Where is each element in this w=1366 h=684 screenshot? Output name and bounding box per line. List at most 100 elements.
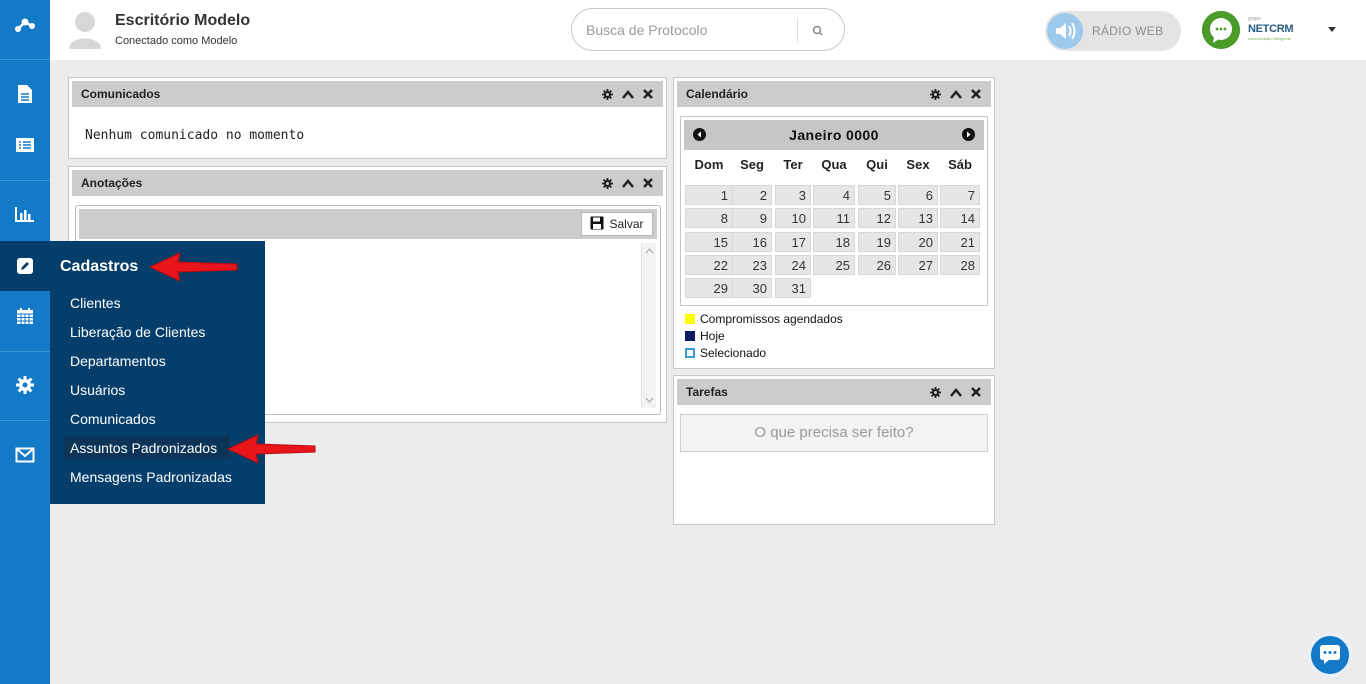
calendar-day[interactable]: 1 — [685, 185, 733, 205]
calendar-day[interactable]: 31 — [775, 278, 811, 299]
calendar-day[interactable]: 21 — [940, 231, 980, 252]
red-arrow-annotation — [226, 434, 316, 464]
legend-swatch-navy — [685, 331, 695, 341]
menu-item-usuarios[interactable]: Usuários — [70, 382, 125, 398]
list-icon[interactable] — [0, 125, 50, 165]
save-button[interactable]: Salvar — [581, 212, 653, 236]
calendar-day[interactable]: 29 — [685, 278, 733, 299]
gear-icon[interactable] — [929, 384, 942, 400]
menu-item-assuntos-padronizados[interactable]: Assuntos Padronizados — [70, 440, 217, 456]
edit-icon[interactable] — [0, 241, 50, 291]
calendar-day[interactable]: 20 — [898, 231, 938, 252]
calendar-day[interactable]: 23 — [732, 254, 772, 275]
document-icon[interactable] — [0, 74, 50, 114]
menu-item-clientes[interactable]: Clientes — [70, 295, 121, 311]
calendar-day[interactable]: 17 — [775, 231, 811, 252]
weekday-label: Qua — [821, 157, 847, 172]
calendar-icon[interactable] — [0, 296, 50, 336]
brand-name: NETCRM — [1248, 23, 1294, 35]
menu-item-departamentos[interactable]: Departamentos — [70, 353, 166, 369]
notes-scrollbar[interactable] — [641, 243, 656, 408]
calendar-day[interactable]: 26 — [858, 254, 896, 275]
connected-as-label: Conectado como Modelo — [115, 35, 238, 47]
tarefas-panel: Tarefas O que precisa ser feito? — [673, 375, 995, 525]
close-icon[interactable] — [641, 86, 654, 102]
calendar-day[interactable]: 2 — [732, 185, 772, 205]
calendar-day[interactable]: 16 — [732, 231, 772, 252]
menu-item-liberacao-clientes[interactable]: Liberação de Clientes — [70, 324, 205, 340]
left-sidebar — [0, 0, 50, 684]
weekday-label: Dom — [694, 157, 724, 172]
close-icon[interactable] — [969, 384, 982, 400]
calendar-day[interactable]: 6 — [898, 185, 938, 205]
collapse-icon[interactable] — [621, 86, 634, 102]
calendar-day[interactable]: 4 — [813, 185, 855, 205]
weekday-label: Seg — [740, 157, 764, 172]
search-divider — [797, 18, 798, 42]
avatar[interactable] — [67, 9, 103, 49]
calendar-day[interactable]: 8 — [685, 208, 733, 229]
next-month-icon[interactable] — [962, 128, 975, 141]
legend-appointments: Compromissos agendados — [685, 312, 843, 326]
calendar-day[interactable]: 15 — [685, 231, 733, 252]
logo-icon[interactable] — [0, 6, 50, 46]
calendar-day[interactable]: 7 — [940, 185, 980, 205]
menu-title[interactable]: Cadastros — [60, 258, 138, 276]
panel-header: Tarefas — [677, 379, 991, 405]
calendar-day[interactable]: 13 — [898, 208, 938, 229]
brand-tagline: comunicação inteligente — [1248, 36, 1291, 41]
panel-title: Calendário — [686, 87, 749, 101]
calendar-day[interactable]: 28 — [940, 254, 980, 275]
top-header: Escritório Modelo Conectado como Modelo … — [50, 0, 1366, 60]
calendar-day[interactable]: 9 — [732, 208, 772, 229]
floppy-icon — [590, 216, 604, 233]
collapse-icon[interactable] — [949, 86, 962, 102]
chevron-down-icon[interactable] — [1328, 27, 1336, 32]
calendar-day[interactable]: 3 — [775, 185, 811, 205]
calendar-day[interactable]: 12 — [858, 208, 896, 229]
sidebar-divider — [0, 420, 50, 421]
speaker-icon — [1047, 13, 1083, 49]
calendar-day[interactable]: 22 — [685, 254, 733, 275]
calendar-day[interactable]: 27 — [898, 254, 938, 275]
calendar-day[interactable]: 11 — [813, 208, 855, 229]
radio-web-button[interactable]: RÁDIO WEB — [1045, 11, 1181, 51]
netcrm-logo[interactable] — [1202, 11, 1240, 49]
panel-header: Anotações — [72, 170, 663, 196]
chat-icon[interactable] — [1308, 633, 1352, 677]
search-icon[interactable] — [808, 21, 828, 41]
notes-toolbar: Salvar — [79, 209, 657, 239]
mail-icon[interactable] — [0, 435, 50, 475]
panel-title: Comunicados — [81, 87, 161, 101]
close-icon[interactable] — [641, 175, 654, 191]
menu-item-comunicados[interactable]: Comunicados — [70, 411, 156, 427]
save-label: Salvar — [609, 217, 644, 231]
legend-today: Hoje — [685, 329, 725, 343]
company-name: Escritório Modelo — [115, 12, 251, 29]
calendar-day[interactable]: 14 — [940, 208, 980, 229]
collapse-icon[interactable] — [949, 384, 962, 400]
menu-item-mensagens-padronizadas[interactable]: Mensagens Padronizadas — [70, 469, 232, 485]
panel-header: Calendário — [677, 81, 991, 107]
calendar-day[interactable]: 18 — [813, 231, 855, 252]
task-input[interactable]: O que precisa ser feito? — [680, 414, 988, 452]
red-arrow-annotation — [148, 252, 238, 282]
gear-icon[interactable] — [0, 365, 50, 405]
search-input[interactable] — [586, 20, 786, 40]
gear-icon[interactable] — [929, 86, 942, 102]
legend-label: Compromissos agendados — [700, 312, 843, 326]
calendar-month: Janeiro 0000 — [789, 127, 879, 143]
calendar-day[interactable]: 5 — [858, 185, 896, 205]
calendar-day[interactable]: 30 — [732, 278, 772, 299]
legend-label: Hoje — [700, 329, 725, 343]
calendar-day[interactable]: 24 — [775, 254, 811, 275]
calendar-day[interactable]: 10 — [775, 208, 811, 229]
calendar-day[interactable]: 19 — [858, 231, 896, 252]
collapse-icon[interactable] — [621, 175, 634, 191]
gear-icon[interactable] — [601, 86, 614, 102]
gear-icon[interactable] — [601, 175, 614, 191]
chart-icon[interactable] — [0, 194, 50, 234]
close-icon[interactable] — [969, 86, 982, 102]
calendar-day[interactable]: 25 — [813, 254, 855, 275]
protocol-search — [571, 8, 845, 51]
